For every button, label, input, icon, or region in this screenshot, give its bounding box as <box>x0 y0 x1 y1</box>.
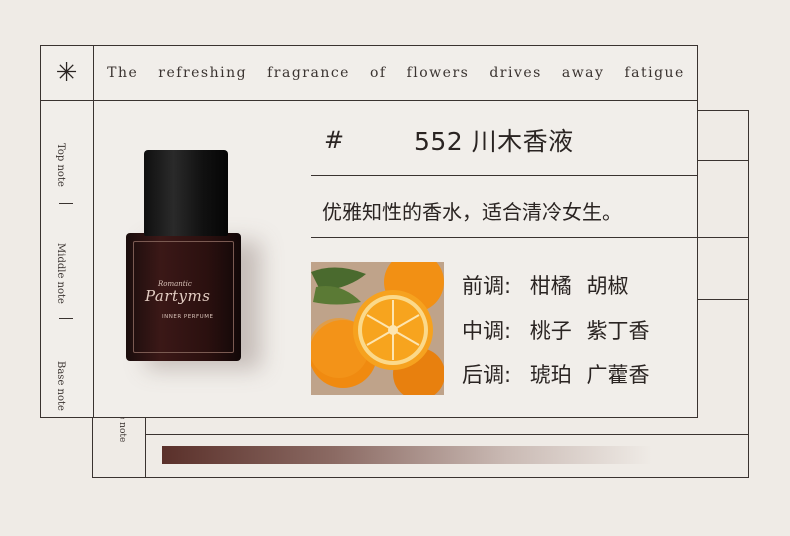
note-key: 中调: <box>462 319 512 343</box>
bottle-brand-logo: Partyms <box>145 287 211 305</box>
note-divider <box>59 318 73 319</box>
product-description: 优雅知性的香水，适合清冷女生。 <box>322 200 622 224</box>
bottle-brand-subtitle: INNER PERFUME <box>162 314 214 320</box>
orange-illustration <box>311 262 444 395</box>
description-divider <box>311 237 698 238</box>
back-card-divider <box>145 434 749 435</box>
back-card-divider <box>698 299 749 300</box>
note-divider <box>59 203 73 204</box>
base-note-row: 后调: 琥珀 广藿香 <box>462 359 649 389</box>
back-card-divider <box>698 237 749 238</box>
note-label-middle: Middle note <box>55 243 66 304</box>
note-value: 胡椒 <box>586 274 629 298</box>
hash-symbol: # <box>324 126 345 154</box>
title-divider <box>311 175 698 176</box>
perfume-bottle-cap <box>144 150 228 236</box>
note-label-base: Base note <box>55 361 66 411</box>
slogan-word: drives <box>489 65 542 81</box>
note-value: 桃子 <box>529 319 572 343</box>
top-note-row: 前调: 柑橘 胡椒 <box>462 270 628 300</box>
note-value: 紫丁香 <box>586 319 650 343</box>
slogan: The refreshing fragrance of flowers driv… <box>94 45 698 101</box>
slogan-word: refreshing <box>158 65 248 81</box>
back-card-column-line <box>145 418 146 478</box>
slogan-word: fatigue <box>624 65 685 81</box>
asterisk-icon: ✳ <box>40 45 94 101</box>
slogan-word: away <box>561 65 605 81</box>
notes-sidebar <box>40 101 94 418</box>
note-value: 广藿香 <box>586 363 650 387</box>
color-gradient-bar <box>162 446 652 464</box>
slogan-word: fragrance <box>267 65 350 81</box>
note-value: 柑橘 <box>529 274 572 298</box>
slogan-word: of <box>369 65 387 81</box>
middle-note-row: 中调: 桃子 紫丁香 <box>462 315 649 345</box>
note-key: 前调: <box>462 274 512 298</box>
product-title: 552 川木香液 <box>414 127 574 156</box>
back-card-divider <box>698 160 749 161</box>
note-value: 琥珀 <box>529 363 572 387</box>
note-key: 后调: <box>462 363 512 387</box>
product-title-row: # 552 川木香液 <box>312 118 698 162</box>
note-label-top: Top note <box>55 143 66 187</box>
slogan-word: The <box>107 65 139 81</box>
slogan-word: flowers <box>406 65 470 81</box>
citrus-photo <box>311 262 444 395</box>
